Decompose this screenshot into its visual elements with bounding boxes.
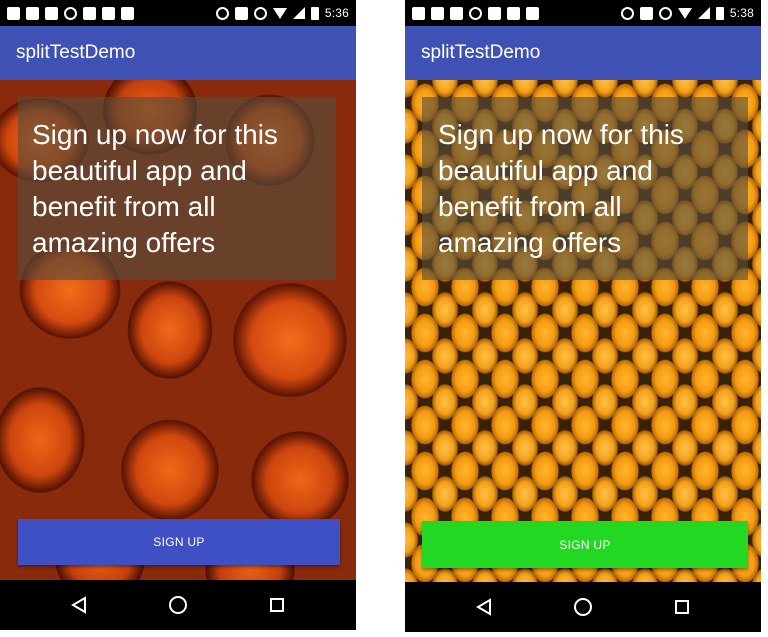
app-bar: splitTestDemo (0, 26, 356, 80)
oranges-background-image: Sign up now for this beautiful app and b… (0, 80, 356, 580)
sign-up-button[interactable]: SIGN UP (422, 521, 748, 568)
wrench-icon (488, 6, 501, 20)
shield-icon (64, 6, 77, 20)
app-title: splitTestDemo (421, 42, 541, 63)
navigation-bar (0, 580, 356, 630)
vibrate-icon (639, 6, 653, 20)
status-bar: 5:38 (405, 0, 761, 26)
phone-screen-variant-a: 5:36 splitTestDemo Sign up now for this … (0, 0, 356, 630)
recents-button[interactable] (670, 595, 694, 619)
recents-square-icon (674, 600, 689, 614)
back-triangle-icon (476, 598, 492, 616)
wifi-icon (677, 7, 692, 19)
home-button[interactable] (166, 593, 190, 617)
wrench-icon (83, 6, 96, 20)
android-icon (121, 6, 134, 20)
signal-icon (697, 7, 710, 19)
alarm-icon (658, 6, 672, 20)
alarm-icon (253, 6, 267, 20)
back-triangle-icon (71, 596, 87, 614)
location-icon (215, 6, 229, 20)
app-bar: splitTestDemo (405, 26, 761, 80)
home-button[interactable] (571, 595, 595, 619)
kumquats-background-image: Sign up now for this beautiful app and b… (405, 80, 761, 582)
signal-icon (292, 7, 305, 19)
headline-box: Sign up now for this beautiful app and b… (18, 97, 336, 280)
recents-square-icon (269, 598, 284, 612)
photo-icon (431, 6, 444, 20)
location-icon (620, 6, 634, 20)
battery-icon (310, 6, 319, 20)
android-icon (526, 6, 539, 20)
navigation-bar (405, 582, 761, 632)
system-icons: 5:38 (620, 6, 754, 20)
sd-card-icon (102, 6, 115, 20)
headline-text: Sign up now for this beautiful app and b… (32, 119, 278, 258)
message-icon (412, 6, 425, 20)
phone-screen-variant-b: 5:38 splitTestDemo Sign up now for this … (405, 0, 761, 632)
message-icon (7, 6, 20, 20)
wrench-icon (45, 6, 58, 20)
sign-up-button[interactable]: SIGN UP (18, 519, 340, 565)
photo-icon (26, 6, 39, 20)
battery-icon (715, 6, 724, 20)
notification-icons (412, 6, 539, 20)
status-bar: 5:36 (0, 0, 356, 26)
back-button[interactable] (472, 595, 496, 619)
back-button[interactable] (67, 593, 91, 617)
headline-box: Sign up now for this beautiful app and b… (422, 97, 748, 280)
wifi-icon (272, 7, 287, 19)
home-circle-icon (168, 596, 187, 614)
vibrate-icon (234, 6, 248, 20)
recents-button[interactable] (265, 593, 289, 617)
sd-card-icon (507, 6, 520, 20)
app-title: splitTestDemo (16, 42, 136, 63)
status-time: 5:38 (729, 6, 754, 20)
status-time: 5:36 (324, 6, 349, 20)
notification-icons (7, 6, 134, 20)
system-icons: 5:36 (215, 6, 349, 20)
shield-icon (469, 6, 482, 20)
headline-text: Sign up now for this beautiful app and b… (438, 119, 684, 258)
home-circle-icon (573, 598, 592, 616)
wrench-icon (450, 6, 463, 20)
